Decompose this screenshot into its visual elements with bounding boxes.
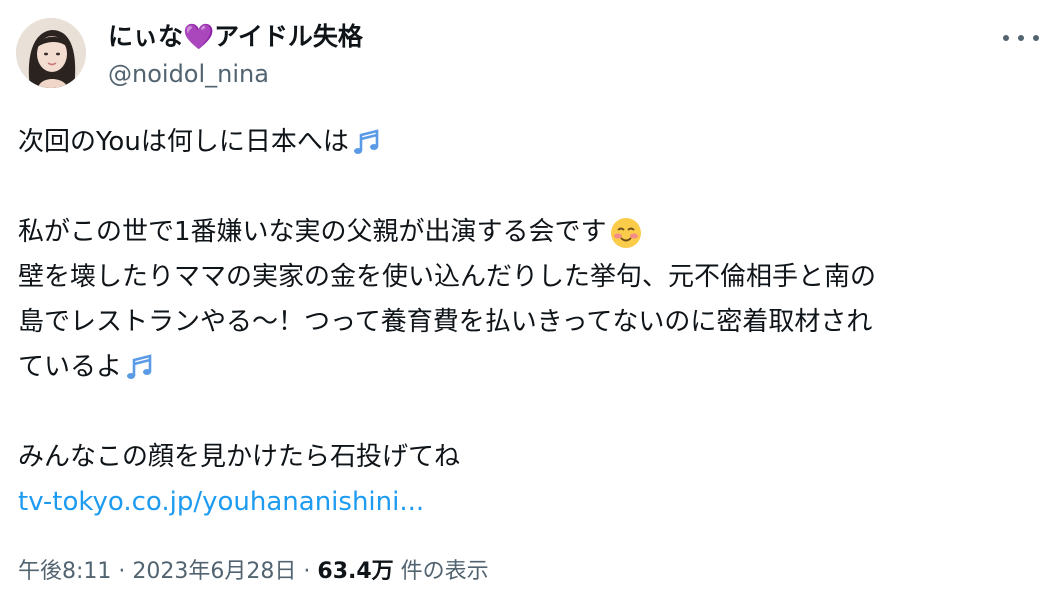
tweet-line-text: 私がこの世で1番嫌いな実の父親が出演する会です: [18, 217, 607, 247]
views-count[interactable]: 63.4万: [317, 559, 393, 584]
external-link[interactable]: tv-tokyo.co.jp/youhananishini...: [18, 480, 424, 525]
smiling-face-blush-icon: [610, 217, 641, 248]
display-name-text: にぃな💜アイドル失格: [108, 22, 363, 51]
tweet-line-text: 壁を壊したりママの実家の金を使い込んだりした挙句、元不倫相手と南の: [18, 262, 877, 292]
meta-separator: ·: [118, 559, 126, 584]
musical-notes-icon: [127, 353, 152, 379]
tweet-line: 壁を壊したりママの実家の金を使い込んだりした挙句、元不倫相手と南の: [18, 255, 1048, 300]
more-horizontal-icon[interactable]: [1003, 26, 1039, 50]
user-handle[interactable]: @noidol_nina: [108, 58, 269, 90]
tweet-date[interactable]: 2023年6月28日: [132, 559, 296, 584]
tweet-line-text: 次回のYouは何しに日本へは: [18, 127, 349, 157]
tweet-meta: 午後8:11 · 2023年6月28日 · 63.4万 件の表示: [18, 556, 489, 588]
tweet-line: みんなこの顔を見かけたら石投げてね: [18, 435, 1048, 480]
tweet-line-text: 島でレストランやる〜！つって養育費を払いきってないのに密着取材され: [18, 307, 873, 337]
tweet: にぃな💜アイドル失格 @noidol_nina 次回のYouは何しに日本へは 私…: [0, 0, 1062, 614]
tweet-line: 次回のYouは何しに日本へは: [18, 120, 1048, 165]
tweet-line: 島でレストランやる〜！つって養育費を払いきってないのに密着取材され: [18, 300, 1048, 345]
meta-separator: ·: [303, 559, 311, 584]
tweet-time[interactable]: 午後8:11: [18, 559, 111, 584]
tweet-line-text: ているよ: [18, 352, 123, 382]
tweet-line: 私がこの世で1番嫌いな実の父親が出演する会です: [18, 210, 1048, 255]
tweet-text: 次回のYouは何しに日本へは 私がこの世で1番嫌いな実の父親が出演する会です 壁…: [18, 120, 1048, 525]
tweet-line-text: みんなこの顔を見かけたら石投げてね: [18, 442, 461, 472]
tweet-line: ているよ: [18, 345, 1048, 390]
display-name[interactable]: にぃな💜アイドル失格: [108, 20, 363, 54]
views-label: 件の表示: [400, 559, 489, 584]
avatar-image: [16, 18, 86, 88]
musical-notes-icon: [353, 128, 379, 154]
avatar[interactable]: [16, 18, 86, 88]
tweet-link-line: tv-tokyo.co.jp/youhananishini...: [18, 480, 1048, 525]
